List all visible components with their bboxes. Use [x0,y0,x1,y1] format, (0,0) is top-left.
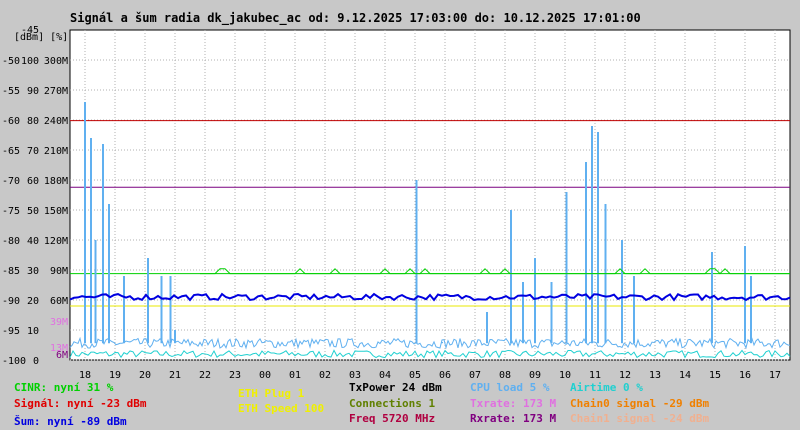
x-label-01: 01 [289,370,301,380]
x-label-14: 14 [679,370,691,380]
y-label-dbm-4: -70 [2,176,20,187]
x-label-18: 18 [79,370,91,380]
y-label-pct-10: 0 [33,356,39,367]
y-label-dbm-1: -55 [2,86,20,97]
y-label-rate-8: 60M [50,296,68,307]
y-label-pct-9: 10 [27,326,39,337]
y-axis-units-label: [dBm] [%] [14,32,68,43]
y-label-pct-4: 60 [27,176,39,187]
y-label-pct-7: 30 [27,266,39,277]
legend-airtime: Airtime 0 % [570,381,643,394]
x-label-23: 23 [229,370,241,380]
legend-eth-speed: ETH Speed 100 [238,402,325,415]
signal-noise-chart: Signál a šum radia dk_jakubec_ac od: 9.1… [2,11,791,380]
x-label-12: 12 [619,370,631,380]
x-label-19: 19 [109,370,121,380]
y-label-dbm-0: -50 [2,56,20,67]
x-label-05: 05 [409,370,421,380]
x-label-13: 13 [649,370,661,380]
x-label-06: 06 [439,370,451,380]
x-label-07: 07 [469,370,481,380]
y-label-dbm-9: -95 [2,326,20,337]
y-label-dbm-2: -60 [2,116,20,127]
legend-chain1: Chain1 signal -24 dBm [570,412,710,425]
x-label-09: 09 [529,370,541,380]
y-label-pct-3: 70 [27,146,39,157]
y-label-rate-5: 150M [44,206,68,217]
y-label-dbm-5: -75 [2,206,20,217]
y-label-pct-1: 90 [27,86,39,97]
x-label-16: 16 [739,370,751,380]
x-label-22: 22 [199,370,211,380]
legend-rxrate: Rxrate: 173 M [470,412,557,425]
legend-eth-plug: ETH Plug 1 [238,387,305,400]
y-label-extra-2: 6M [56,350,68,361]
chart-title: Signál a šum radia dk_jakubec_ac od: 9.1… [70,11,641,26]
x-label-21: 21 [169,370,181,380]
x-label-08: 08 [499,370,511,380]
x-label-11: 11 [589,370,601,380]
x-label-15: 15 [709,370,721,380]
y-label-rate-1: 270M [44,86,68,97]
x-label-20: 20 [139,370,151,380]
y-label-dbm-10: -100 [2,356,26,367]
y-label-pct-5: 50 [27,206,39,217]
legend-txrate: Txrate: 173 M [470,397,557,410]
legend-connections: Connections 1 [349,397,436,410]
legend-cpu-load: CPU load 5 % [470,381,550,394]
legend-chain0: Chain0 signal -29 dBm [570,397,710,410]
legend-noise: Šum: nyní -89 dBm [14,415,127,428]
y-label-dbm-7: -85 [2,266,20,277]
y-label-rate-6: 120M [44,236,68,247]
y-label-rate-3: 210M [44,146,68,157]
legend-freq: Freq 5720 MHz [349,412,436,425]
y-label-extra-0: 39M [50,317,68,328]
x-label-10: 10 [559,370,571,380]
y-label-dbm-3: -65 [2,146,20,157]
x-label-02: 02 [319,370,331,380]
y-label-rate-2: 240M [44,116,68,127]
legend-cinr: CINR: nyní 31 % [14,381,114,394]
x-label-17: 17 [769,370,781,380]
x-label-03: 03 [349,370,361,380]
y-label-rate-4: 180M [44,176,68,187]
chart-stage: Signál a šum radia dk_jakubec_ac od: 9.1… [0,0,800,430]
y-label-rate-0: 300M [44,56,68,67]
legend-txpower: TxPower 24 dBm [349,381,442,394]
y-label-pct-6: 40 [27,236,39,247]
plot-area [69,29,791,361]
x-label-00: 00 [259,370,271,380]
y-label-pct-2: 80 [27,116,39,127]
y-label-dbm-8: -90 [2,296,20,307]
legend-signal: Signál: nyní -23 dBm [14,397,147,410]
x-label-04: 04 [379,370,391,380]
y-label-dbm-6: -80 [2,236,20,247]
y-label-pct-0: 100 [21,56,39,67]
y-label-pct-8: 20 [27,296,39,307]
y-label-rate-7: 90M [50,266,68,277]
